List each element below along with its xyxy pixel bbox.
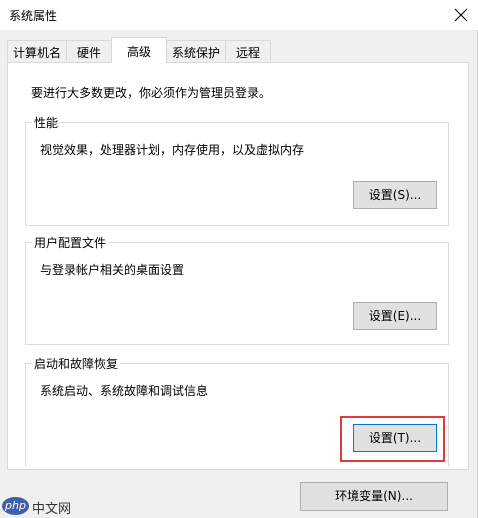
startup-recovery-description: 系统启动、系统故障和调试信息 bbox=[40, 384, 209, 398]
user-profiles-group: 用户配置文件 与登录帐户相关的桌面设置 设置(E)... bbox=[25, 234, 449, 345]
system-properties-window: 系统属性 计算机名 硬件 高级 系统保护 远程 要进行大多数更改，你必须作为管理… bbox=[0, 0, 478, 518]
user-profiles-description: 与登录帐户相关的桌面设置 bbox=[40, 263, 185, 277]
close-button[interactable] bbox=[444, 0, 478, 30]
window-title: 系统属性 bbox=[9, 9, 58, 23]
performance-settings-button[interactable]: 设置(S)... bbox=[353, 181, 437, 209]
watermark-text: 中文网 bbox=[32, 502, 72, 517]
user-profiles-settings-button[interactable]: 设置(E)... bbox=[353, 302, 437, 330]
advanced-tab-panel: 要进行大多数更改，你必须作为管理员登录。 性能 视觉效果，处理器计划，内存使用，… bbox=[7, 62, 469, 470]
environment-variables-button[interactable]: 环境变量(N)... bbox=[300, 482, 448, 511]
title-bar: 系统属性 bbox=[0, 0, 478, 30]
tab-hardware[interactable]: 硬件 bbox=[66, 40, 112, 61]
tab-system-protection[interactable]: 系统保护 bbox=[166, 40, 226, 61]
performance-group: 性能 视觉效果，处理器计划，内存使用，以及虚拟内存 设置(S)... bbox=[25, 114, 449, 226]
tab-advanced[interactable]: 高级 bbox=[111, 37, 167, 63]
performance-description: 视觉效果，处理器计划，内存使用，以及虚拟内存 bbox=[40, 143, 305, 157]
red-highlight-box bbox=[340, 416, 445, 462]
tab-remote[interactable]: 远程 bbox=[225, 40, 271, 61]
admin-notice: 要进行大多数更改，你必须作为管理员登录。 bbox=[31, 86, 272, 100]
user-profiles-group-label: 用户配置文件 bbox=[32, 234, 109, 251]
php-logo: php bbox=[2, 497, 29, 515]
tab-computer-name[interactable]: 计算机名 bbox=[7, 40, 67, 61]
close-icon bbox=[454, 8, 468, 22]
startup-recovery-group-label: 启动和故障恢复 bbox=[32, 355, 121, 372]
performance-group-label: 性能 bbox=[32, 114, 61, 131]
